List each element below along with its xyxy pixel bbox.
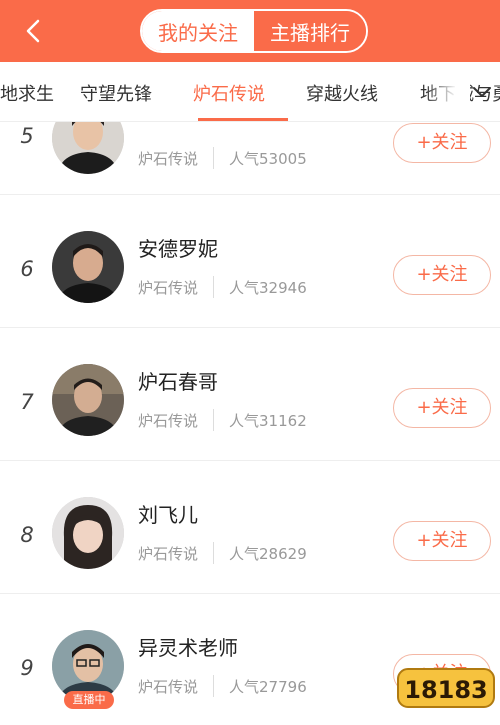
- meta-divider: [213, 542, 215, 564]
- rank-number: 8: [20, 523, 34, 547]
- meta-divider: [213, 276, 215, 298]
- tab-hearthstone[interactable]: 炉石传说: [193, 80, 265, 106]
- category-tabs: 绝地求生 守望先锋 炉石传说 穿越火线 地下城与勇士: [0, 62, 500, 122]
- follow-button[interactable]: +关注: [393, 521, 491, 561]
- tab-crossfire[interactable]: 穿越火线: [306, 80, 378, 106]
- game-label: 炉石传说: [138, 278, 199, 297]
- rank-number: 9: [20, 656, 34, 680]
- streamer-meta: 炉石传说 人气27796: [138, 675, 307, 697]
- streamer-name: 刘飞儿: [138, 503, 198, 527]
- live-badge: 直播中: [64, 691, 114, 709]
- watermark-text: 18183: [404, 676, 488, 704]
- follow-button[interactable]: +关注: [393, 388, 491, 428]
- popularity-label: 人气32946: [229, 278, 307, 297]
- avatar[interactable]: [52, 231, 124, 303]
- popularity-label: 人气53005: [229, 149, 307, 168]
- streamer-meta: 炉石传说 人气32946: [138, 276, 307, 298]
- ranking-list: 5 炉石传说 人气53005 +关注 6 安德罗妮 炉石传说 人气32946 +…: [0, 122, 500, 725]
- list-item[interactable]: 5 炉石传说 人气53005 +关注: [0, 122, 500, 195]
- meta-divider: [213, 409, 215, 431]
- top-bar: 我的关注 主播排行: [0, 0, 500, 62]
- streamer-meta: 炉石传说 人气53005: [138, 147, 307, 169]
- streamer-name: 炉石春哥: [138, 370, 218, 394]
- list-item[interactable]: 6 安德罗妮 炉石传说 人气32946 +关注: [0, 195, 500, 328]
- streamer-meta: 炉石传说 人气28629: [138, 542, 307, 564]
- meta-divider: [213, 147, 215, 169]
- popularity-label: 人气28629: [229, 544, 307, 563]
- rank-number: 7: [20, 390, 34, 414]
- list-item[interactable]: 7 炉石春哥 炉石传说 人气31162 +关注: [0, 328, 500, 461]
- streamer-meta: 炉石传说 人气31162: [138, 409, 307, 431]
- tab-overwatch[interactable]: 守望先锋: [80, 80, 152, 106]
- chevron-left-icon: [26, 19, 40, 43]
- rank-number: 6: [20, 257, 34, 281]
- chevron-down-icon: [473, 87, 491, 97]
- popularity-label: 人气27796: [229, 677, 307, 696]
- list-item[interactable]: 8 刘飞儿 炉石传说 人气28629 +关注: [0, 461, 500, 594]
- game-label: 炉石传说: [138, 149, 199, 168]
- active-tab-indicator: [198, 118, 288, 121]
- segment-streamer-ranking[interactable]: 主播排行: [254, 11, 366, 51]
- avatar[interactable]: [52, 364, 124, 436]
- avatar[interactable]: [52, 497, 124, 569]
- game-label: 炉石传说: [138, 411, 199, 430]
- streamer-name: 异灵术老师: [138, 636, 238, 660]
- tabs-fade: [425, 62, 470, 121]
- tabs-more-button[interactable]: [470, 82, 494, 102]
- tab-pubg[interactable]: 绝地求生: [0, 80, 54, 106]
- watermark-logo: 18183: [396, 655, 496, 721]
- streamer-name: 安德罗妮: [138, 237, 218, 261]
- game-label: 炉石传说: [138, 544, 199, 563]
- segmented-control: 我的关注 主播排行: [140, 9, 368, 53]
- avatar[interactable]: [52, 122, 124, 174]
- popularity-label: 人气31162: [229, 411, 307, 430]
- meta-divider: [213, 675, 215, 697]
- rank-number: 5: [20, 124, 34, 148]
- game-label: 炉石传说: [138, 677, 199, 696]
- segment-my-follows[interactable]: 我的关注: [142, 11, 254, 51]
- back-button[interactable]: [18, 14, 52, 48]
- follow-button[interactable]: +关注: [393, 123, 491, 163]
- follow-button[interactable]: +关注: [393, 255, 491, 295]
